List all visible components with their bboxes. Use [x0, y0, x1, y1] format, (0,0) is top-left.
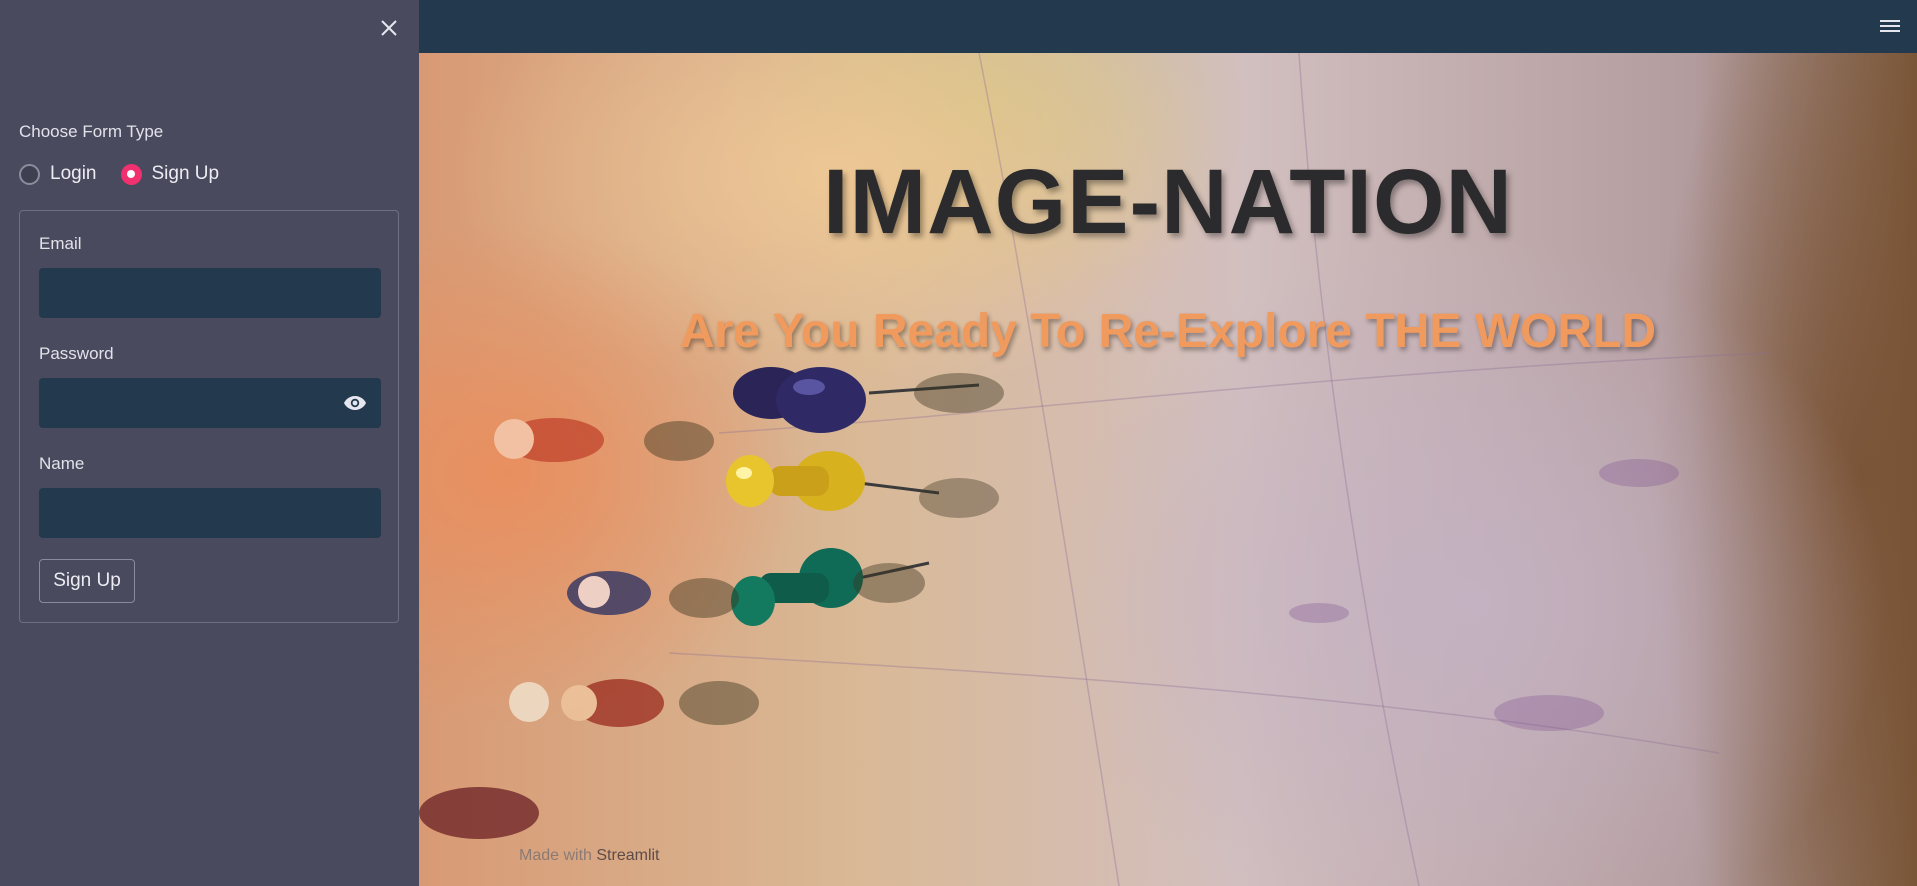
close-sidebar-button[interactable]: [375, 14, 403, 42]
form-type-label: Choose Form Type: [19, 122, 164, 141]
radio-signup-circle[interactable]: [120, 163, 142, 185]
email-field[interactable]: [39, 268, 381, 318]
hero-subtitle: Are You Ready To Re-Explore THE WORLD: [679, 305, 1657, 358]
close-icon: [381, 20, 397, 36]
yellow-pin: [726, 451, 940, 511]
footer: Made with Streamlit: [519, 847, 660, 865]
sign-up-button[interactable]: Sign Up: [39, 559, 135, 603]
hero-title: IMAGE-NATION: [822, 151, 1513, 253]
top-bar: [419, 0, 1917, 53]
name-label: Name: [39, 454, 85, 473]
signup-form: Email Password Name Sign Up: [19, 210, 399, 623]
streamlit-link[interactable]: Streamlit: [596, 847, 659, 864]
eye-icon: [344, 396, 366, 410]
hamburger-menu-icon: [1880, 20, 1900, 32]
name-field[interactable]: [39, 488, 381, 538]
main-area: IMAGE-NATION Are You Ready To Re-Explore…: [419, 0, 1917, 886]
radio-login-circle[interactable]: [19, 163, 40, 185]
form-type-radio-group: Login Sign Up: [19, 163, 219, 185]
radio-login-label: Login: [50, 163, 97, 184]
password-label: Password: [39, 344, 114, 363]
main-menu-button[interactable]: [1879, 16, 1901, 36]
password-wrapper: [39, 378, 381, 428]
radio-selected-dot: [127, 170, 135, 178]
sidebar: Choose Form Type Login Sign Up Email Pas…: [0, 0, 419, 886]
radio-signup-label: Sign Up: [151, 163, 220, 184]
blurred-pins: [419, 373, 1004, 839]
radio-login[interactable]: Login: [19, 163, 97, 185]
show-password-button[interactable]: [343, 395, 367, 411]
password-field[interactable]: [39, 378, 381, 428]
email-label: Email: [39, 234, 82, 253]
radio-signup[interactable]: Sign Up: [120, 163, 220, 185]
footer-prefix: Made with: [519, 847, 592, 864]
